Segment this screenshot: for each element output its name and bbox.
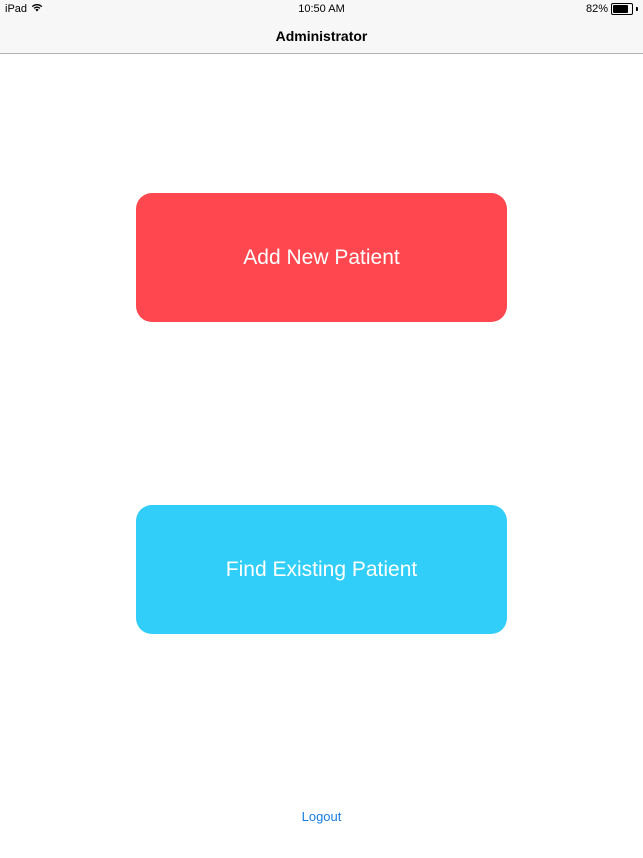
navigation-bar: Administrator bbox=[0, 20, 643, 54]
battery-tip bbox=[636, 7, 638, 11]
battery-fill bbox=[613, 5, 628, 13]
find-existing-patient-button[interactable]: Find Existing Patient bbox=[136, 505, 507, 634]
find-existing-patient-label: Find Existing Patient bbox=[225, 557, 418, 581]
logout-button[interactable]: Logout bbox=[0, 809, 643, 824]
battery-icon bbox=[611, 3, 633, 15]
status-time: 10:50 AM bbox=[298, 3, 345, 15]
add-new-patient-button[interactable]: Add New Patient bbox=[136, 193, 507, 322]
page-title: Administrator bbox=[275, 28, 368, 44]
add-new-patient-label: Add New Patient bbox=[243, 245, 400, 269]
status-bar: iPad 10:50 AM 82% bbox=[0, 0, 643, 20]
status-right: 82% bbox=[586, 3, 638, 15]
battery-percent: 82% bbox=[585, 3, 608, 15]
